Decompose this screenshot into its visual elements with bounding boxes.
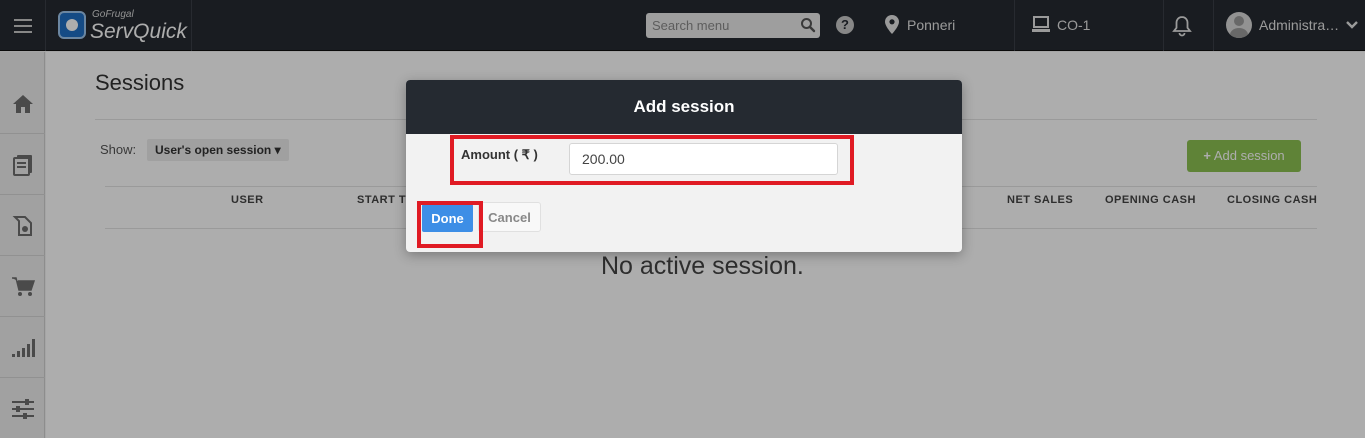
amount-input[interactable] <box>569 143 838 175</box>
amount-label: Amount ( ₹ ) <box>461 147 538 162</box>
dialog-title: Add session <box>406 80 962 134</box>
done-button[interactable]: Done <box>422 204 473 232</box>
cancel-button[interactable]: Cancel <box>478 202 541 232</box>
add-session-dialog: Add session Amount ( ₹ ) Done Cancel <box>406 80 962 252</box>
